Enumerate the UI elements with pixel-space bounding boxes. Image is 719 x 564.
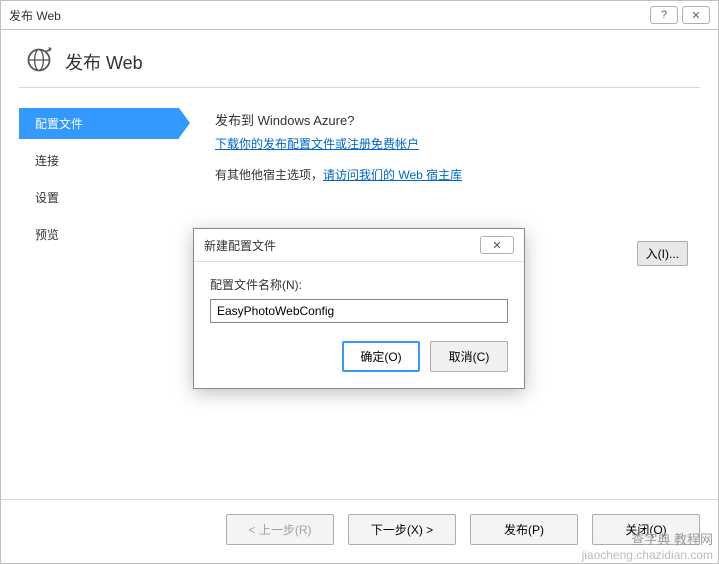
dialog-buttons: 确定(O) 取消(C) (210, 341, 508, 372)
azure-heading: 发布到 Windows Azure? (215, 110, 700, 129)
page-title: 发布 Web (65, 49, 143, 75)
prev-button: < 上一步(R) (226, 514, 334, 545)
web-host-library-link[interactable]: 请访问我们的 Web 宿主库 (323, 168, 462, 182)
help-button[interactable]: ? (650, 6, 678, 24)
sidebar-item-preview[interactable]: 预览 (19, 219, 179, 250)
titlebar: 发布 Web ? ✕ (0, 0, 719, 30)
divider (19, 87, 700, 88)
sidebar-item-label: 配置文件 (35, 117, 83, 131)
profile-name-input[interactable] (210, 299, 508, 323)
new-profile-dialog: 新建配置文件 ✕ 配置文件名称(N): 确定(O) 取消(C) (193, 228, 525, 389)
ok-button[interactable]: 确定(O) (342, 341, 420, 372)
sidebar-item-connection[interactable]: 连接 (19, 145, 179, 176)
publish-button[interactable]: 发布(P) (470, 514, 578, 545)
sidebar-item-label: 设置 (35, 191, 59, 205)
dialog-titlebar: 新建配置文件 ✕ (194, 229, 524, 262)
sidebar-item-label: 预览 (35, 228, 59, 242)
profile-name-label: 配置文件名称(N): (210, 276, 508, 293)
sidebar: 配置文件 连接 设置 预览 (19, 104, 179, 256)
dialog-title: 新建配置文件 (204, 237, 480, 254)
sidebar-item-profile[interactable]: 配置文件 (19, 108, 179, 139)
window-body: 发布 Web 配置文件 连接 设置 预览 发布到 Windows Azure? … (0, 30, 719, 564)
other-host-line: 有其他他宿主选项，请访问我们的 Web 宿主库 (215, 166, 700, 183)
footer: < 上一步(R) 下一步(X) > 发布(P) 关闭(O) (1, 499, 718, 563)
other-host-text: 有其他他宿主选项， (215, 168, 323, 182)
download-profile-link[interactable]: 下载你的发布配置文件或注册免费帐户 (215, 135, 419, 152)
cancel-button[interactable]: 取消(C) (430, 341, 508, 372)
header: 发布 Web (1, 30, 718, 87)
dialog-body: 配置文件名称(N): 确定(O) 取消(C) (194, 262, 524, 388)
import-button[interactable]: 入(I)... (637, 241, 688, 266)
sidebar-item-settings[interactable]: 设置 (19, 182, 179, 213)
next-button[interactable]: 下一步(X) > (348, 514, 456, 545)
globe-icon (25, 46, 53, 77)
window-title: 发布 Web (9, 7, 646, 24)
close-window-button[interactable]: ✕ (682, 6, 710, 24)
sidebar-item-label: 连接 (35, 154, 59, 168)
close-button[interactable]: 关闭(O) (592, 514, 700, 545)
dialog-close-button[interactable]: ✕ (480, 236, 514, 254)
